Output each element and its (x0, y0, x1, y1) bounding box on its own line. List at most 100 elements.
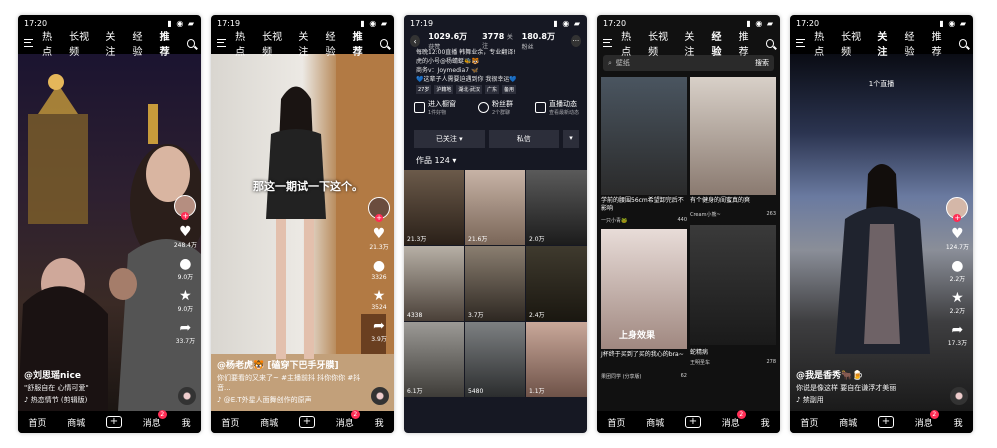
music-tag[interactable]: ♪ 禁副用 (796, 395, 943, 405)
card-image[interactable] (690, 77, 776, 195)
tab-recommend[interactable]: 推荐 (353, 28, 371, 58)
card-title[interactable]: J杯终于买到了买的我心的bra~ (601, 351, 687, 359)
menu-icon[interactable] (796, 39, 806, 47)
shop-window-entry[interactable]: 进入橱窗 1件好物 (414, 99, 456, 116)
tab-long-video[interactable]: 长视频 (648, 28, 675, 58)
tab-follow[interactable]: 关注 (298, 28, 316, 58)
more-icon[interactable]: ··· (570, 35, 581, 47)
tab-hot[interactable]: 热点 (814, 28, 832, 58)
tab-experience[interactable]: 经验 (904, 28, 922, 58)
create-button[interactable]: + (105, 416, 122, 428)
tab-recommend[interactable]: 推荐 (932, 28, 950, 58)
card-likes[interactable]: 440 (677, 217, 687, 224)
dropdown-button[interactable]: ▾ (563, 130, 579, 148)
nav-home[interactable]: 首页 (607, 416, 625, 429)
nav-mall[interactable]: 商城 (646, 416, 664, 429)
star-button[interactable]: ★ 3524 (371, 289, 386, 311)
card-image[interactable] (690, 225, 776, 345)
tab-follow[interactable]: 关注 (105, 28, 123, 58)
tab-recommend[interactable]: 推荐 (160, 28, 178, 58)
work-thumb[interactable]: 3.7万 (465, 246, 525, 321)
card-likes[interactable]: 263 (766, 211, 776, 218)
nav-messages[interactable]: 消息 2 (143, 409, 167, 429)
live-dynamics-entry[interactable]: 直播动态 查看最新动态 (534, 99, 579, 116)
card-image[interactable]: 上身效果 (601, 229, 687, 349)
tab-long-video[interactable]: 长视频 (841, 28, 868, 58)
work-thumb[interactable]: 1.1万 (526, 322, 587, 397)
tab-experience[interactable]: 经验 (132, 28, 150, 58)
work-thumb[interactable]: 4338 (404, 246, 464, 321)
author-avatar[interactable]: + (174, 195, 197, 220)
create-button[interactable]: + (684, 416, 701, 428)
author-avatar[interactable]: + (946, 197, 969, 222)
search-icon[interactable] (186, 38, 196, 48)
tab-hot[interactable]: 热点 (42, 28, 60, 58)
tab-recommend[interactable]: 推荐 (739, 28, 757, 58)
card-user[interactable]: 王明圣车 (690, 359, 710, 366)
comment-button[interactable]: ● 9.0万 (178, 257, 194, 281)
share-button[interactable]: ➦ 33.7万 (176, 321, 195, 345)
search-input[interactable]: 壁纸 (616, 58, 630, 68)
card-likes[interactable]: 62 (681, 373, 687, 380)
tab-hot[interactable]: 热点 (621, 28, 639, 58)
fan-group-entry[interactable]: 粉丝群 2个群聊 (477, 99, 513, 116)
tab-experience[interactable]: 经验 (711, 28, 729, 58)
search-icon[interactable] (765, 38, 775, 48)
work-thumb[interactable]: 5480 (465, 322, 525, 397)
card-title[interactable]: 有个健身的闺蜜真的爽 (690, 197, 776, 205)
nav-me[interactable]: 我 (954, 416, 963, 429)
like-button[interactable]: ♥ 21.3万 (369, 227, 388, 251)
work-thumb[interactable]: 21.3万 (404, 170, 464, 245)
tab-hot[interactable]: 热点 (235, 28, 253, 58)
comment-button[interactable]: ● 2.2万 (950, 259, 966, 283)
card-image[interactable] (601, 77, 687, 195)
back-icon[interactable]: ‹ (410, 35, 421, 47)
nav-messages[interactable]: 消息 2 (915, 409, 939, 429)
star-button[interactable]: ★ 9.0万 (178, 289, 194, 313)
music-disc-icon[interactable] (950, 387, 968, 405)
nav-me[interactable]: 我 (375, 416, 384, 429)
like-button[interactable]: ♥ 124.7万 (946, 227, 969, 251)
card-title[interactable]: 学前的腰围56cm希望卸完后不影响 (601, 197, 687, 213)
author-name[interactable]: @杨老虎🐯 [磕穿下巴手牙膜] (217, 358, 364, 371)
nav-messages[interactable]: 消息 2 (722, 409, 746, 429)
nav-home[interactable]: 首页 (28, 416, 46, 429)
card-user[interactable]: Cream小熊~ (690, 211, 721, 218)
nav-me[interactable]: 我 (761, 416, 770, 429)
comment-button[interactable]: ● 3326 (371, 259, 386, 281)
search-icon[interactable] (958, 38, 968, 48)
work-thumb[interactable]: 2.0万 (526, 170, 587, 245)
nav-mall[interactable]: 商城 (260, 416, 278, 429)
menu-icon[interactable] (217, 39, 227, 47)
card-user[interactable]: 果团同学 (分享版) (601, 373, 642, 380)
card-likes[interactable]: 278 (766, 359, 776, 366)
search-icon[interactable] (379, 38, 389, 48)
live-label[interactable]: 1个直播 (790, 79, 973, 89)
work-thumb[interactable]: 2.4万 (526, 246, 587, 321)
author-name[interactable]: @我是香秀🐂🍺 (796, 368, 943, 381)
tab-long-video[interactable]: 长视频 (262, 28, 289, 58)
music-tag[interactable]: ♪ 热恋情节 (剪辑版) (24, 395, 171, 405)
nav-messages[interactable]: 消息 2 (336, 409, 360, 429)
message-button[interactable]: 私信 (488, 130, 559, 148)
work-thumb[interactable]: 21.6万 (465, 170, 525, 245)
nav-home[interactable]: 首页 (800, 416, 818, 429)
author-name[interactable]: @刘思瑶nice (24, 368, 171, 381)
menu-icon[interactable] (24, 39, 34, 47)
share-button[interactable]: ➦ 17.3万 (948, 323, 967, 347)
nav-me[interactable]: 我 (182, 416, 191, 429)
like-button[interactable]: ♥ 248.4万 (174, 225, 197, 249)
search-button[interactable]: 搜索 (755, 58, 769, 68)
tab-follow[interactable]: 关注 (877, 28, 895, 58)
music-disc-icon[interactable] (371, 387, 389, 405)
author-avatar[interactable]: + (368, 197, 390, 222)
music-tag[interactable]: ♪ @E.T外星人面舞创作的原声 (217, 395, 364, 405)
tab-experience[interactable]: 经验 (325, 28, 343, 58)
create-button[interactable]: + (298, 416, 315, 428)
star-button[interactable]: ★ 2.2万 (950, 291, 966, 315)
follow-plus-icon[interactable]: + (953, 214, 962, 222)
card-title[interactable]: 蛇精病 (690, 347, 776, 356)
menu-icon[interactable] (603, 39, 613, 47)
works-label[interactable]: 作品 124 ▾ (416, 155, 456, 166)
create-button[interactable]: + (877, 416, 894, 428)
